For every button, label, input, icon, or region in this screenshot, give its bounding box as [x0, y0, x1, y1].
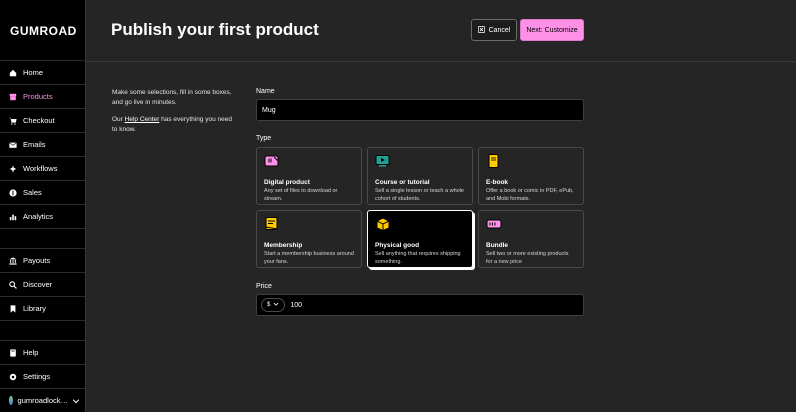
name-label: Name: [256, 88, 275, 95]
sidebar: GUMROAD Home Products Checkout Emails Wo…: [0, 0, 86, 412]
sidebar-item-help[interactable]: Help: [0, 340, 86, 364]
sidebar-item-label: Help: [23, 348, 39, 357]
search-icon: [9, 280, 17, 289]
help-center-link[interactable]: Help Center: [125, 116, 160, 123]
sidebar-item-library[interactable]: Library: [0, 296, 86, 320]
sidebar-item-products[interactable]: Products: [0, 84, 86, 108]
name-input[interactable]: Mug: [256, 99, 584, 121]
card-desc: Any set of files to download or stream.: [264, 188, 338, 202]
card-title: Digital product: [264, 179, 310, 186]
cancel-label: Cancel: [488, 26, 511, 34]
type-card-physical-good[interactable]: Physical good Sell anything that require…: [367, 210, 473, 268]
sidebar-divider: [0, 228, 86, 248]
home-icon: [9, 69, 17, 77]
course-icon: [375, 155, 390, 167]
card-title: Bundle: [486, 242, 509, 249]
sidebar-item-label: Payouts: [23, 256, 51, 265]
dollar-icon: [9, 188, 17, 197]
chevron-down-icon: [273, 301, 279, 309]
next-customize-button[interactable]: Next: Customize: [520, 19, 584, 41]
help-intro: Make some selections, fill in some boxes…: [112, 89, 232, 106]
sidebar-item-label: Sales: [23, 188, 42, 197]
chevron-down-icon: [72, 397, 80, 405]
sidebar-item-label: Settings: [23, 372, 51, 381]
price-field: $ 100: [256, 294, 584, 316]
help-text: Make some selections, fill in some boxes…: [112, 88, 232, 134]
type-label: Type: [256, 135, 272, 142]
workflow-icon: [9, 164, 17, 173]
type-card-bundle[interactable]: Bundle Sell two or more existing product…: [478, 210, 584, 268]
avatar: [9, 396, 13, 405]
page-title: Publish your first product: [111, 20, 319, 39]
sidebar-item-checkout[interactable]: Checkout: [0, 108, 86, 132]
card-desc: Sell a single lesson or teach a whole co…: [375, 188, 464, 202]
gumroad-logo[interactable]: GUMROAD: [10, 24, 77, 38]
sidebar-item-label: Products: [23, 92, 53, 101]
membership-icon: [265, 217, 278, 230]
card-desc: Start a membership business around your …: [264, 251, 354, 265]
mail-icon: [9, 141, 17, 149]
bar-chart-icon: [9, 213, 17, 221]
user-name: gumroadlock…: [17, 396, 68, 405]
currency-select[interactable]: $: [261, 298, 286, 312]
bank-icon: [9, 256, 17, 265]
cart-icon: [9, 117, 17, 125]
ebook-icon: [488, 154, 499, 168]
currency-symbol: $: [267, 302, 271, 308]
card-title: Physical good: [375, 242, 420, 249]
bundle-icon: [486, 219, 502, 229]
sidebar-item-label: Emails: [23, 140, 46, 149]
sidebar-item-label: Workflows: [23, 164, 58, 173]
type-card-ebook[interactable]: E-book Offer a book or comic in PDF, ePu…: [478, 147, 584, 205]
archive-icon: [9, 93, 17, 101]
sidebar-item-home[interactable]: Home: [0, 60, 86, 84]
sidebar-item-label: Analytics: [23, 212, 54, 221]
page-header: Publish your first product Cancel Next: …: [86, 0, 796, 62]
user-menu[interactable]: gumroadlock…: [0, 388, 86, 412]
sidebar-item-label: Library: [23, 304, 46, 313]
sidebar-item-label: Home: [23, 68, 44, 77]
close-icon: [477, 25, 485, 35]
card-desc: Sell two or more existing products for a…: [486, 251, 569, 265]
card-title: Membership: [264, 242, 303, 249]
type-card-digital-product[interactable]: Digital product Any set of files to down…: [256, 147, 362, 205]
sidebar-item-label: Discover: [23, 280, 53, 289]
sidebar-item-sales[interactable]: Sales: [0, 180, 86, 204]
cancel-button[interactable]: Cancel: [471, 19, 517, 41]
price-input[interactable]: 100: [290, 302, 302, 309]
card-desc: Offer a book or comic in PDF, ePub, and …: [486, 188, 574, 202]
gear-icon: [9, 373, 17, 381]
sidebar-item-discover[interactable]: Discover: [0, 272, 86, 296]
sidebar-item-settings[interactable]: Settings: [0, 364, 86, 388]
card-title: E-book: [486, 179, 509, 186]
help-center-note: Our Help Center has everything you need …: [112, 116, 232, 133]
card-desc: Sell anything that requires shipping som…: [375, 251, 461, 265]
sidebar-item-analytics[interactable]: Analytics: [0, 204, 86, 228]
physical-good-icon: [376, 217, 390, 232]
sidebar-item-payouts[interactable]: Payouts: [0, 248, 86, 272]
sidebar-item-workflows[interactable]: Workflows: [0, 156, 86, 180]
card-title: Course or tutorial: [375, 179, 430, 186]
type-card-course[interactable]: Course or tutorial Sell a single lesson …: [367, 147, 473, 205]
sidebar-item-emails[interactable]: Emails: [0, 132, 86, 156]
book-icon: [9, 348, 17, 357]
sidebar-item-label: Checkout: [23, 116, 55, 125]
sidebar-divider: [0, 320, 86, 340]
bookmark-icon: [9, 304, 17, 313]
price-label: Price: [256, 283, 272, 290]
digital-product-icon: [264, 155, 279, 167]
type-card-membership[interactable]: Membership Start a membership business a…: [256, 210, 362, 268]
